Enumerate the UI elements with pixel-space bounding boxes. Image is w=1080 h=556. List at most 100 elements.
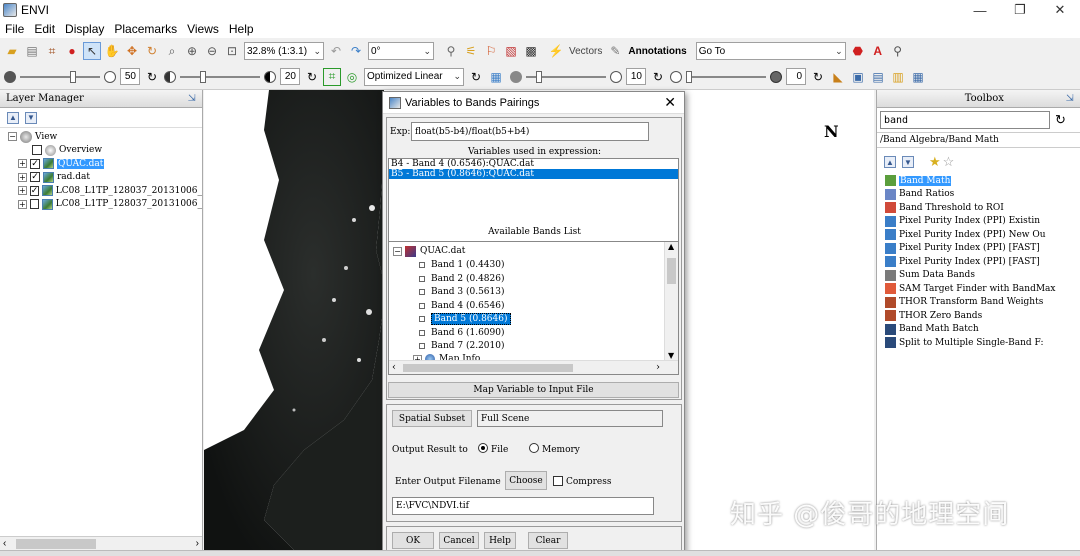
scroll-left-icon[interactable]: ‹ (392, 362, 396, 373)
stretch-region-icon[interactable]: ⌗ (323, 67, 341, 86)
menu-help[interactable]: Help (224, 22, 259, 36)
map-variable-button[interactable]: Map Variable to Input File (388, 382, 679, 398)
expand-icon[interactable]: + (18, 172, 27, 182)
open-file-icon[interactable]: ▰ (3, 42, 21, 60)
collapse-all-icon[interactable]: ▲ (884, 156, 896, 168)
unfavorite-star-icon[interactable]: ☆ (943, 154, 955, 170)
zoom-fit-icon[interactable]: ⊡ (223, 42, 241, 60)
scroll-up-icon[interactable]: ▲ (668, 242, 674, 251)
cancel-button[interactable]: Cancel (439, 532, 479, 549)
toolbox-item[interactable]: Band Math Batch (885, 323, 1056, 337)
help-button[interactable]: Help (484, 532, 516, 549)
reset-stretch-icon[interactable]: ↻ (467, 68, 485, 86)
expand-all-icon[interactable]: ▼ (902, 156, 914, 168)
brightness-value[interactable]: 50 (120, 68, 140, 85)
scroll-thumb[interactable] (403, 364, 573, 372)
band-item[interactable]: Band 1 (0.4430) (419, 259, 505, 271)
band-item[interactable]: Band 4 (0.6546) (419, 300, 505, 312)
menu-placemarks[interactable]: Placemarks (109, 22, 182, 36)
band-item[interactable]: Band 2 (0.4826) (419, 273, 505, 285)
menu-file[interactable]: File (0, 22, 29, 36)
layer-checkbox[interactable]: ✓ (30, 172, 40, 183)
dock-icon[interactable]: ⇲ (188, 93, 196, 104)
reset-brightness-icon[interactable]: ↻ (143, 68, 161, 86)
minimize-button[interactable]: — (960, 0, 1000, 20)
bands-vscrollbar[interactable]: ▲ ▼ (664, 242, 678, 360)
reset-contrast-icon[interactable]: ↻ (303, 68, 321, 86)
layer-checkbox[interactable]: ✓ (29, 185, 40, 196)
select-arrow-icon[interactable]: ↖ (83, 42, 101, 60)
sharpen-value[interactable]: 10 (626, 68, 646, 85)
restore-button[interactable]: ❐ (1000, 0, 1040, 20)
ok-button[interactable]: OK (392, 532, 434, 549)
band-item[interactable]: Band 6 (1.6090) (419, 327, 505, 339)
view-icon[interactable]: ▣ (849, 68, 867, 86)
crosshair-icon[interactable]: ⚟ (462, 42, 480, 60)
goto-combo[interactable]: Go To ⌄ (695, 42, 846, 60)
toolbox-item[interactable]: Pixel Purity Index (PPI) [FAST] (885, 255, 1056, 269)
cursor-value-icon[interactable]: ⚲ (442, 42, 460, 60)
chart-icon[interactable]: ◣ (829, 68, 847, 86)
toolbox-item[interactable]: Pixel Purity Index (PPI) Existin (885, 215, 1056, 229)
layer-row-overview[interactable]: Overview (8, 144, 202, 158)
histogram-icon[interactable]: ▦ (487, 68, 505, 86)
rotate-left-icon[interactable]: ↶ (327, 42, 345, 60)
profile-icon[interactable]: ⚐ (482, 42, 500, 60)
collapse-all-icon[interactable]: ▲ (7, 111, 19, 124)
toolbox-item[interactable]: THOR Transform Band Weights (885, 296, 1056, 310)
layer-checkbox[interactable]: ✓ (30, 158, 40, 169)
toolbox-item[interactable]: Band Math (885, 174, 1056, 188)
layer-checkbox[interactable] (32, 145, 42, 156)
toolbox-item[interactable]: THOR Zero Bands (885, 309, 1056, 323)
go-to-icon[interactable]: ⬣ (849, 42, 867, 60)
toolbox-item[interactable]: Split to Multiple Single-Band F: (885, 336, 1056, 350)
refresh-icon[interactable]: ↻ (1055, 112, 1066, 128)
expand-icon[interactable]: + (18, 199, 27, 209)
vectors-menu[interactable]: Vectors (569, 46, 602, 57)
toolbox-item[interactable]: Band Threshold to ROI (885, 201, 1056, 215)
grid-icon[interactable]: ▦ (909, 68, 927, 86)
placemark-icon[interactable]: ● (63, 42, 81, 60)
output-filename-field[interactable]: E:\FVC\NDVI.tif (392, 497, 654, 515)
layer-row-quac[interactable]: + ✓ QUAC.dat (8, 157, 202, 171)
zoom-combo[interactable]: 32.8% (1:3.1) ⌄ (244, 42, 324, 60)
band-item[interactable]: Band 5 (0.8646) (419, 313, 511, 325)
scroll-thumb[interactable] (16, 539, 96, 549)
arcgis-icon[interactable]: A (869, 42, 887, 60)
available-bands-tree[interactable]: − QUAC.dat Band 1 (0.4430) Band 2 (0.4826… (388, 241, 679, 375)
variable-item[interactable]: B4 - Band 4 (0.6546):QUAC.dat (389, 159, 678, 169)
search-icon[interactable]: ⚲ (889, 42, 907, 60)
layer-checkbox[interactable] (29, 199, 40, 210)
menu-views[interactable]: Views (182, 22, 224, 36)
transparency-slider[interactable] (686, 68, 766, 86)
output-memory-radio[interactable] (529, 443, 539, 453)
scroll-left-icon[interactable]: ‹ (3, 538, 6, 549)
layer-hscrollbar[interactable]: ‹ › (0, 536, 202, 550)
scroll-down-icon[interactable]: ▼ (668, 351, 674, 360)
sharpen-slider[interactable] (526, 68, 606, 86)
dialog-close-icon[interactable]: ✕ (664, 94, 676, 111)
transparency-value[interactable]: 0 (786, 68, 806, 85)
menu-edit[interactable]: Edit (29, 22, 60, 36)
toolbox-item[interactable]: Sum Data Bands (885, 269, 1056, 283)
annotations-menu[interactable]: Annotations (628, 46, 686, 57)
reset-sharpen-icon[interactable]: ↻ (649, 68, 667, 86)
pan-hand-icon[interactable]: ✋ (103, 42, 121, 60)
rotation-combo[interactable]: 0° ⌄ (368, 42, 434, 60)
stretch-full-icon[interactable]: ◎ (343, 68, 361, 86)
expand-icon[interactable]: + (18, 186, 27, 196)
rotate-right-icon[interactable]: ↷ (347, 42, 365, 60)
scroll-thumb[interactable] (667, 258, 676, 284)
crop-icon[interactable]: ⌗ (43, 42, 61, 60)
output-file-radio[interactable] (478, 443, 488, 453)
reset-transparency-icon[interactable]: ↻ (809, 68, 827, 86)
band-item[interactable]: Band 7 (2.2010) (419, 340, 505, 352)
layout-icon[interactable]: ▤ (869, 68, 887, 86)
toolbox-item[interactable]: Pixel Purity Index (PPI) New Ou (885, 228, 1056, 242)
zoom-icon[interactable]: ⌕ (163, 42, 181, 60)
toolbox-item[interactable]: SAM Target Finder with BandMax (885, 282, 1056, 296)
variable-item[interactable]: B5 - Band 5 (0.8646):QUAC.dat (389, 169, 678, 179)
scroll-right-icon[interactable]: › (196, 538, 199, 549)
close-window-button[interactable]: ✕ (1040, 0, 1080, 20)
scroll-right-icon[interactable]: › (656, 362, 660, 373)
